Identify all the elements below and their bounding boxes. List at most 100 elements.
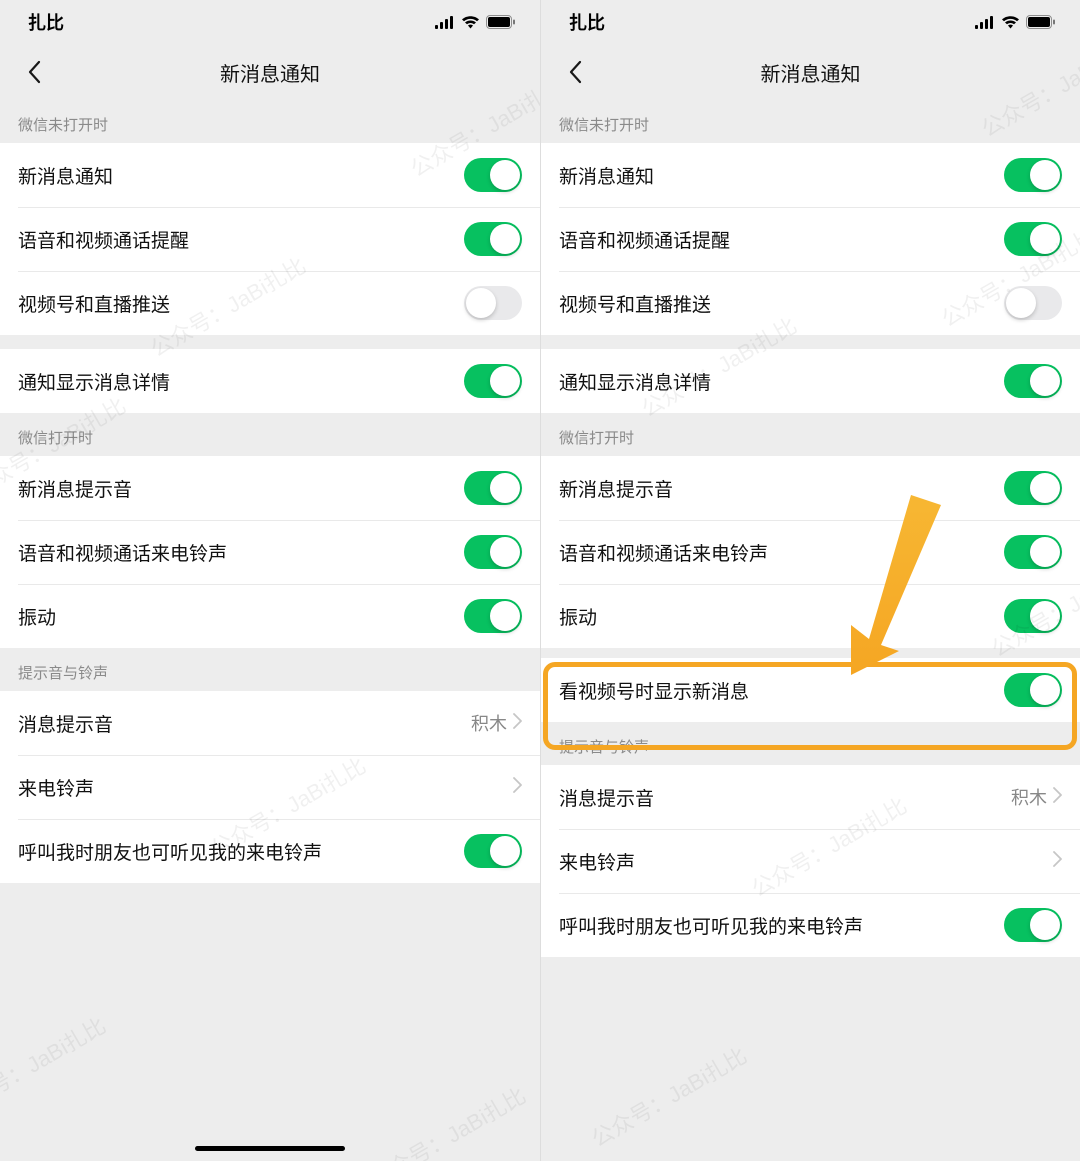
toggle-switch[interactable] [1004,908,1062,942]
row-vibrate[interactable]: 振动 [0,584,540,648]
settings-group: 新消息通知 语音和视频通话提醒 视频号和直播推送 [541,143,1080,335]
row-alert-tone[interactable]: 消息提示音 积木 [0,691,540,755]
settings-group: 消息提示音 积木 来电铃声 呼叫我时朋友也可听见我的来电铃声 [0,691,540,883]
status-bar: 扎比 [541,0,1080,44]
row-friend-hear-ringtone[interactable]: 呼叫我时朋友也可听见我的来电铃声 [0,819,540,883]
page-title: 新消息通知 [0,58,540,87]
chevron-right-icon [1053,851,1062,872]
row-label: 消息提示音 [559,784,654,811]
row-vibrate[interactable]: 振动 [541,584,1080,648]
row-call-ringtone[interactable]: 语音和视频通话来电铃声 [0,520,540,584]
signal-icon [435,16,455,29]
row-label: 通知显示消息详情 [559,368,711,395]
chevron-left-icon [568,60,582,84]
row-label: 来电铃声 [559,848,635,875]
watermark: 公众号：JaBi扎比 [364,1078,531,1161]
row-label: 看视频号时显示新消息 [559,677,749,704]
right-screenshot: 扎比 新消息通知 微信未打开时 新消息通知 [540,0,1080,1161]
section-header: 微信未打开时 [541,100,1080,143]
row-ringtone[interactable]: 来电铃声 [0,755,540,819]
row-label: 新消息提示音 [559,475,673,502]
row-call-notify[interactable]: 语音和视频通话提醒 [541,207,1080,271]
row-label: 语音和视频通话来电铃声 [559,539,768,566]
row-value [513,777,522,798]
back-button[interactable] [14,52,54,92]
home-indicator[interactable] [195,1146,345,1151]
row-label: 振动 [18,603,56,630]
battery-icon [486,15,516,29]
row-label: 新消息通知 [559,162,654,189]
row-friend-hear-ringtone[interactable]: 呼叫我时朋友也可听见我的来电铃声 [541,893,1080,957]
row-label: 新消息通知 [18,162,113,189]
row-label: 来电铃声 [18,774,94,801]
settings-group: 新消息提示音 语音和视频通话来电铃声 振动 [541,456,1080,648]
chevron-right-icon [513,777,522,798]
toggle-switch[interactable] [1004,471,1062,505]
row-label: 语音和视频通话来电铃声 [18,539,227,566]
section-header: 提示音与铃声 [0,648,540,691]
nav-bar: 新消息通知 [0,44,540,100]
row-show-msg-on-channels[interactable]: 看视频号时显示新消息 [541,658,1080,722]
toggle-switch[interactable] [464,222,522,256]
toggle-switch[interactable] [464,364,522,398]
toggle-switch[interactable] [464,471,522,505]
row-channels-push[interactable]: 视频号和直播推送 [541,271,1080,335]
page-title: 新消息通知 [541,58,1080,87]
row-label: 通知显示消息详情 [18,368,170,395]
row-show-detail[interactable]: 通知显示消息详情 [0,349,540,413]
value-text: 积木 [471,710,507,736]
toggle-switch[interactable] [1004,673,1062,707]
row-value [1053,851,1062,872]
back-button[interactable] [555,52,595,92]
row-channels-push[interactable]: 视频号和直播推送 [0,271,540,335]
chevron-right-icon [1053,787,1062,808]
value-text: 积木 [1011,784,1047,810]
watermark: 公众号：JaBi扎比 [0,1008,111,1123]
section-header: 微信打开时 [0,413,540,456]
settings-group: 通知显示消息详情 [0,349,540,413]
chevron-left-icon [27,60,41,84]
toggle-switch[interactable] [1004,599,1062,633]
left-screenshot: 扎比 新消息通知 微信未打开时 新消息通知 [0,0,540,1161]
status-icons [975,15,1056,29]
settings-group: 消息提示音 积木 来电铃声 呼叫我时朋友也可听见我的来电铃声 [541,765,1080,957]
row-alert-tone[interactable]: 消息提示音 积木 [541,765,1080,829]
toggle-switch[interactable] [464,535,522,569]
settings-group: 通知显示消息详情 [541,349,1080,413]
toggle-switch[interactable] [1004,535,1062,569]
signal-icon [975,16,995,29]
toggle-switch[interactable] [1004,364,1062,398]
row-value: 积木 [1011,784,1062,810]
row-label: 视频号和直播推送 [18,290,170,317]
row-new-msg-notify[interactable]: 新消息通知 [0,143,540,207]
row-show-detail[interactable]: 通知显示消息详情 [541,349,1080,413]
toggle-switch[interactable] [464,286,522,320]
toggle-switch[interactable] [1004,222,1062,256]
section-header: 微信打开时 [541,413,1080,456]
row-new-msg-notify[interactable]: 新消息通知 [541,143,1080,207]
row-label: 语音和视频通话提醒 [559,226,730,253]
row-label: 语音和视频通话提醒 [18,226,189,253]
section-header: 微信未打开时 [0,100,540,143]
toggle-switch[interactable] [464,834,522,868]
section-header: 提示音与铃声 [541,722,1080,765]
settings-group: 新消息提示音 语音和视频通话来电铃声 振动 [0,456,540,648]
nav-bar: 新消息通知 [541,44,1080,100]
toggle-switch[interactable] [464,599,522,633]
toggle-switch[interactable] [1004,158,1062,192]
row-label: 振动 [559,603,597,630]
toggle-switch[interactable] [464,158,522,192]
row-ringtone[interactable]: 来电铃声 [541,829,1080,893]
carrier-label: 扎比 [569,9,605,35]
row-msg-sound[interactable]: 新消息提示音 [541,456,1080,520]
settings-group-highlighted: 看视频号时显示新消息 [541,658,1080,722]
row-label: 消息提示音 [18,710,113,737]
toggle-switch[interactable] [1004,286,1062,320]
row-msg-sound[interactable]: 新消息提示音 [0,456,540,520]
status-icons [435,15,516,29]
row-call-notify[interactable]: 语音和视频通话提醒 [0,207,540,271]
battery-icon [1026,15,1056,29]
row-call-ringtone[interactable]: 语音和视频通话来电铃声 [541,520,1080,584]
row-value: 积木 [471,710,522,736]
carrier-label: 扎比 [28,9,64,35]
